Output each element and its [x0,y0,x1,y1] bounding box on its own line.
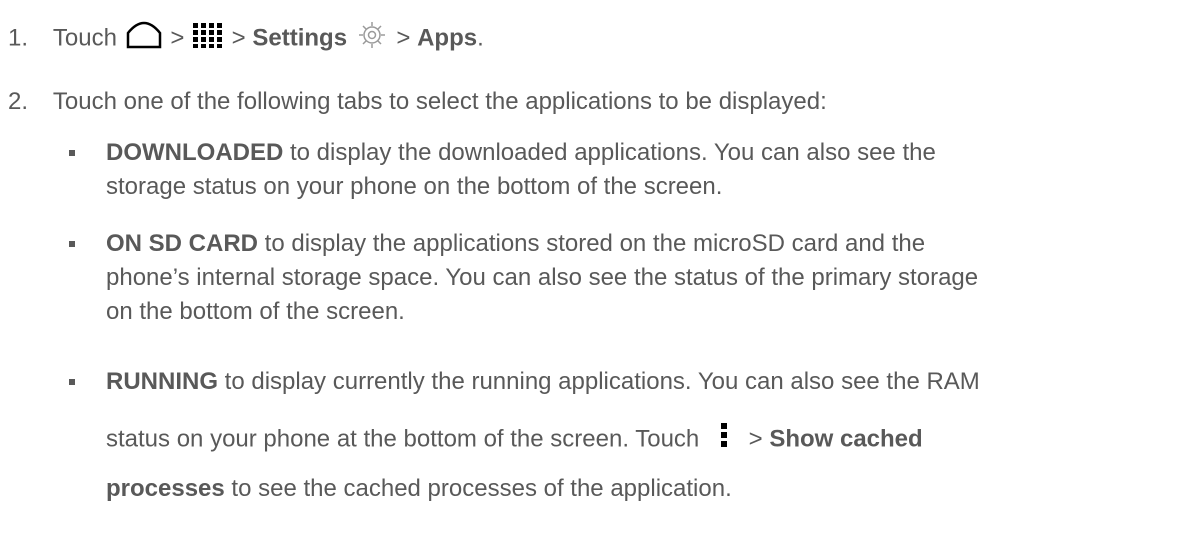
bullet-marker [69,150,75,156]
bullet-running: RUNNING to display currently the running… [106,368,980,395]
bullet-running-line3: processes to see the cached processes of… [106,475,732,502]
bullet-term: ON SD CARD [106,230,259,257]
bullet-sdcard: ON SD CARD to display the applications s… [106,230,926,257]
step-text-touch: Touch [52,24,117,52]
bullet-term: DOWNLOADED [106,139,284,166]
home-icon [124,21,164,57]
settings-label: Settings [252,24,348,52]
bullet-downloaded-line2: storage status on your phone on the bott… [106,173,723,200]
bullet-sdcard-line3: on the bottom of the screen. [106,298,405,325]
bullet-downloaded: DOWNLOADED to display the downloaded app… [106,139,936,166]
bullet-sdcard-line2: phone’s internal storage space. You can … [106,264,979,291]
settings-gear-icon [354,20,390,58]
bullet-marker [69,379,75,385]
apps-grid-icon [191,21,225,57]
step-number: 2. [8,88,29,115]
bullet-running-line2: status on your phone at the bottom of th… [106,421,923,459]
step-number: 1. [8,24,29,52]
step-1: 1. Touch > > Settings > Apps. [8,20,484,58]
bullet-term: RUNNING [106,368,218,395]
bullet-marker [69,241,75,247]
step-text: Touch one of the following tabs to selec… [52,88,827,115]
step-2: 2. Touch one of the following tabs to se… [8,87,827,117]
apps-label: Apps [417,24,478,52]
menu-dots-icon [718,421,730,459]
